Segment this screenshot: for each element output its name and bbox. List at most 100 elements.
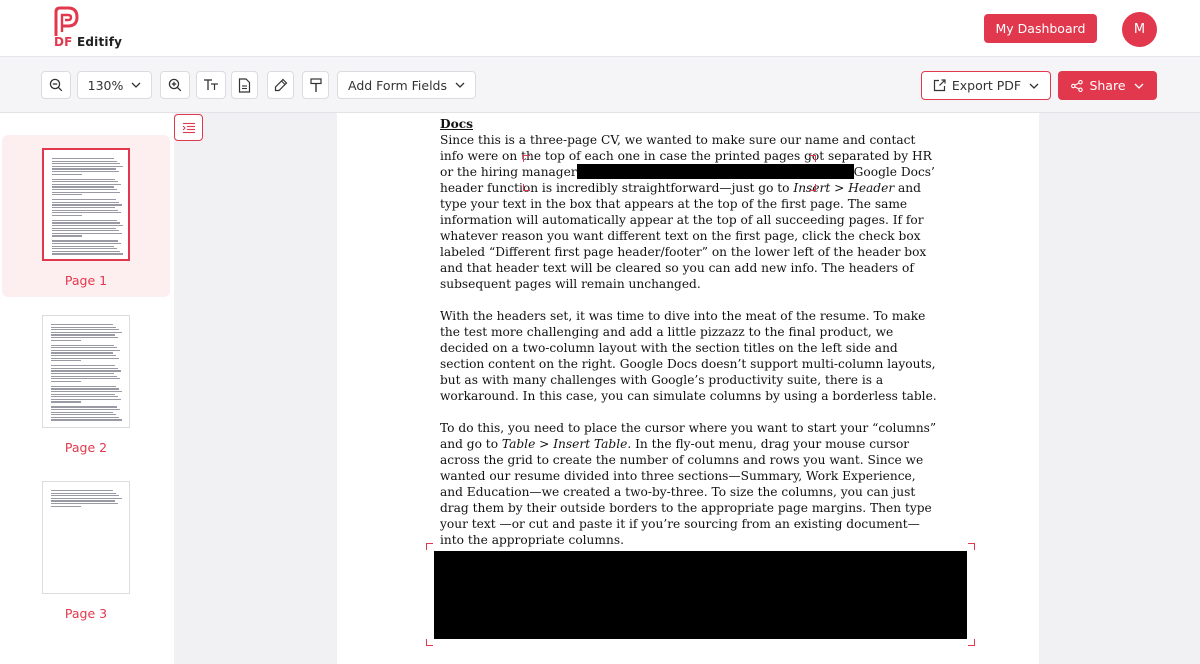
page-thumbnail-3[interactable]: Page 3	[2, 468, 170, 630]
thumbnail-text-line	[51, 490, 113, 492]
thumbnail-text-line	[52, 235, 82, 237]
page-1-label: Page 1	[64, 273, 108, 288]
user-avatar[interactable]: M	[1122, 12, 1157, 47]
thumbnail-text-line	[51, 347, 117, 349]
paragraph-3-part-c: In the fly-out menu, drag your mouse cur…	[440, 437, 932, 547]
thumbnail-text-line	[52, 160, 117, 162]
document-canvas[interactable]: Docs Since this is a three-page CV, we w…	[337, 113, 1039, 664]
thumbnail-text-line	[51, 378, 120, 380]
thumbnail-text-line	[51, 339, 81, 341]
thumbnail-text-line	[52, 183, 121, 186]
chevron-down-icon	[131, 82, 141, 88]
redacted-text[interactable]	[576, 164, 854, 179]
section-heading: Docs	[440, 117, 473, 131]
export-pdf-button[interactable]: Export PDF	[921, 71, 1051, 100]
thumbnail-text-line	[51, 329, 119, 331]
chevron-down-icon	[1134, 83, 1143, 89]
document-text[interactable]: Docs Since this is a three-page CV, we w…	[440, 116, 940, 564]
selection-handle[interactable]	[968, 543, 975, 550]
thumbnail-text-line	[51, 375, 117, 377]
draw-tool-button[interactable]	[267, 71, 294, 99]
thumbnail-text-line	[51, 396, 118, 398]
thumbnail-text-line	[52, 253, 123, 255]
thumbnail-text-line	[52, 201, 119, 204]
selection-handle[interactable]	[809, 155, 816, 162]
pen-icon	[274, 78, 287, 92]
thumbnail-text-line	[52, 204, 122, 206]
format-painter-button[interactable]	[302, 71, 329, 99]
text-tool-button[interactable]	[196, 71, 226, 99]
document-icon	[238, 77, 251, 93]
page-3-preview	[42, 481, 130, 594]
thumbnail-text-line	[51, 331, 122, 334]
thumbnail-text-line	[51, 334, 115, 336]
thumbnail-text-line	[51, 324, 113, 326]
selection-handle[interactable]	[809, 184, 816, 191]
paragraph-2[interactable]: With the headers set, it was time to div…	[440, 308, 940, 404]
toggle-outline-button[interactable]	[174, 114, 203, 141]
thumbnail-text-line	[52, 209, 118, 211]
zoom-level-select[interactable]: 130%	[77, 71, 152, 99]
thumbnail-text-line	[52, 245, 114, 247]
paragraph-3-menu-path: Table > Insert Table.	[501, 437, 632, 451]
thumbnail-text-line	[52, 230, 119, 232]
thumbnail-text-line	[52, 207, 115, 209]
thumbnail-text-line	[52, 181, 118, 183]
thumbnail-text-line	[52, 214, 82, 217]
paragraph-3[interactable]: To do this, you need to place the cursor…	[440, 420, 940, 548]
page-2-preview	[42, 315, 130, 428]
thumbnail-text-line	[51, 380, 81, 383]
app-logo[interactable]: DF Editify	[52, 6, 172, 50]
thumbnail-text-line	[52, 191, 120, 193]
thumbnail-text-line	[51, 326, 116, 328]
selection-handle[interactable]	[426, 639, 433, 646]
export-icon	[933, 79, 946, 92]
selection-handle[interactable]	[968, 639, 975, 646]
add-page-button[interactable]	[231, 71, 258, 99]
thumbnail-text-line	[51, 411, 113, 413]
page-thumbnail-1[interactable]: Page 1	[2, 135, 170, 297]
thumbnail-text-line	[51, 357, 119, 359]
thumbnail-text-line	[51, 355, 116, 357]
editor-toolbar: 130% Add Form Fields Export PDF Share	[0, 57, 1200, 113]
selection-handle[interactable]	[523, 155, 530, 162]
thumbnail-text-line	[52, 240, 118, 242]
thumbnail-text-line	[51, 401, 81, 403]
selection-handle[interactable]	[523, 184, 530, 191]
share-button[interactable]: Share	[1058, 71, 1157, 100]
thumbnail-text-line	[51, 373, 114, 375]
thumbnail-text-line	[51, 416, 119, 419]
zoom-in-button[interactable]	[160, 71, 190, 99]
thumbnail-text-line	[52, 227, 116, 229]
selection-handle[interactable]	[426, 543, 433, 550]
thumbnail-text-line	[52, 243, 121, 245]
thumbnail-text-line	[51, 406, 117, 408]
paragraph-1-part-d: and type your text in the box that appea…	[440, 181, 927, 291]
chevron-down-icon	[455, 82, 465, 88]
thumbnail-text-line	[51, 391, 122, 393]
my-dashboard-button[interactable]: My Dashboard	[984, 14, 1097, 43]
thumbnail-text-line	[52, 222, 120, 224]
zoom-out-button[interactable]	[41, 71, 71, 99]
page-thumbnail-2[interactable]: Page 2	[2, 302, 170, 464]
thumbnail-text-line	[51, 500, 115, 502]
share-label: Share	[1089, 78, 1126, 93]
thumbnail-text-line	[51, 349, 120, 352]
redacted-block[interactable]	[434, 551, 967, 639]
paragraph-1[interactable]: Since this is a three-page CV, we wanted…	[440, 132, 940, 292]
page-2-label: Page 2	[64, 440, 108, 455]
thumbnail-text-line	[51, 344, 114, 346]
thumbnail-text-line	[52, 165, 123, 168]
thumbnail-text-line	[51, 505, 81, 507]
thumbnail-text-line	[52, 189, 117, 191]
zoom-in-icon	[168, 78, 182, 92]
brand-name: Editify	[76, 35, 123, 49]
thumbnail-text-line	[51, 503, 118, 505]
add-form-fields-dropdown[interactable]: Add Form Fields	[337, 71, 476, 99]
thumbnail-text-line	[52, 168, 116, 170]
page-1-preview	[42, 148, 130, 261]
zoom-out-icon	[49, 78, 63, 92]
thumbnail-text-line	[51, 492, 116, 494]
thumbnail-text-line	[51, 385, 116, 388]
add-form-fields-label: Add Form Fields	[348, 77, 447, 93]
